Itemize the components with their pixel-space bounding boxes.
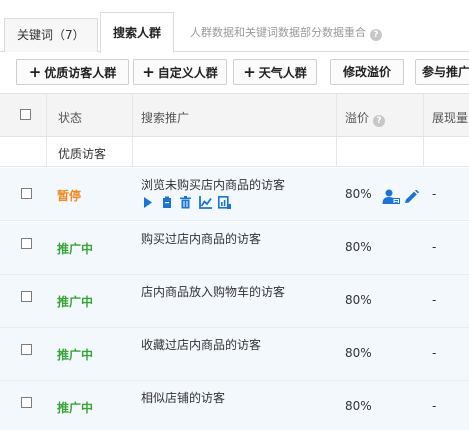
button-label: 天气人群 (258, 66, 307, 80)
divider (336, 94, 337, 136)
help-icon[interactable]: ? (373, 115, 386, 127)
divider (423, 94, 424, 136)
join-promotion-button[interactable]: 参与推广 (415, 59, 469, 85)
report-icon[interactable] (218, 196, 231, 209)
divider (132, 94, 133, 136)
header-impressions: 展现量 (432, 111, 469, 125)
tab-bar: 关键词（7） 搜索人群 人群数据和关键词数据部分数据重合? (0, 0, 469, 53)
table-row: 推广中 店内商品放入购物车的访客 80% - (0, 275, 469, 328)
group-label: 优质访客 (58, 147, 107, 161)
table-header: 状态 搜索推广 溢价? 展现量 (0, 93, 469, 137)
divider (46, 137, 47, 166)
premium-value: 80% (345, 293, 372, 307)
row-checkbox[interactable] (21, 238, 32, 249)
add-weather-audience-button[interactable]: + 天气人群 (233, 59, 317, 85)
divider (336, 137, 337, 166)
table-row: 暂停 浏览未购买店内商品的访客 80% - (0, 168, 469, 221)
help-icon[interactable]: ? (370, 29, 382, 41)
audience-name: 收藏过店内商品的访客 (141, 338, 262, 352)
tab-note-text: 人群数据和关键词数据部分数据重合 (190, 26, 366, 39)
row-checkbox[interactable] (21, 291, 32, 302)
audience-name: 店内商品放入购物车的访客 (141, 285, 286, 299)
impressions-value: - (432, 399, 437, 413)
divider (423, 137, 424, 166)
header-premium: 溢价? (345, 109, 386, 127)
table-row: 推广中 相似店铺的访客 80% - (0, 381, 469, 430)
divider (132, 137, 133, 166)
impressions-value: - (432, 240, 437, 254)
status-badge: 推广中 (57, 242, 94, 256)
group-row: 优质访客 (0, 137, 469, 167)
table-row: 推广中 收藏过店内商品的访客 80% - (0, 328, 469, 381)
plus-icon: + (142, 63, 155, 81)
audience-name: 购买过店内商品的访客 (141, 232, 262, 246)
premium-value: 80% (345, 346, 372, 360)
header-promo: 搜索推广 (141, 111, 190, 125)
row-checkbox[interactable] (21, 397, 32, 408)
status-badge: 推广中 (57, 348, 94, 362)
button-label: 参与推广 (421, 65, 469, 79)
button-label: 修改溢价 (342, 65, 391, 79)
audience-name: 相似店铺的访客 (141, 391, 226, 405)
impressions-value: - (432, 346, 437, 360)
pencil-icon[interactable] (404, 190, 419, 204)
select-all-checkbox[interactable] (20, 109, 31, 120)
premium-value: 80% (345, 187, 372, 201)
audience-name: 浏览未购买店内商品的访客 (141, 178, 286, 192)
trash-icon[interactable] (180, 196, 191, 209)
status-badge: 推广中 (57, 295, 94, 309)
button-label: 自定义人群 (157, 66, 218, 80)
play-icon[interactable] (143, 196, 153, 209)
plus-icon: + (28, 63, 42, 81)
add-quality-visitor-button[interactable]: + 优质访客人群 (16, 59, 129, 85)
edit-premium-button[interactable]: 修改溢价 (330, 59, 404, 85)
trend-chart-icon[interactable] (199, 196, 212, 209)
premium-value: 80% (345, 240, 372, 254)
button-label: 优质访客人群 (44, 66, 117, 80)
toolbar: + 优质访客人群 + 自定义人群 + 天气人群 修改溢价 参与推广 (0, 53, 469, 91)
row-checkbox[interactable] (21, 344, 32, 355)
tab-search-audience[interactable]: 搜索人群 (100, 12, 174, 53)
header-premium-label: 溢价 (345, 111, 370, 125)
impressions-value: - (432, 187, 437, 201)
clipboard-icon[interactable] (162, 196, 172, 209)
header-status: 状态 (58, 111, 83, 125)
premium-value: 80% (345, 399, 372, 413)
status-badge: 暂停 (57, 189, 82, 203)
row-checkbox[interactable] (21, 188, 32, 199)
table-row: 推广中 购买过店内商品的访客 80% - (0, 222, 469, 275)
tab-note: 人群数据和关键词数据部分数据重合? (190, 24, 382, 41)
tab-keywords[interactable]: 关键词（7） (4, 18, 98, 52)
divider (46, 94, 47, 136)
status-badge: 推广中 (57, 401, 94, 415)
impressions-value: - (432, 293, 437, 307)
add-custom-audience-button[interactable]: + 自定义人群 (133, 59, 227, 85)
plus-icon: + (243, 63, 256, 81)
user-edit-icon[interactable] (382, 189, 400, 205)
